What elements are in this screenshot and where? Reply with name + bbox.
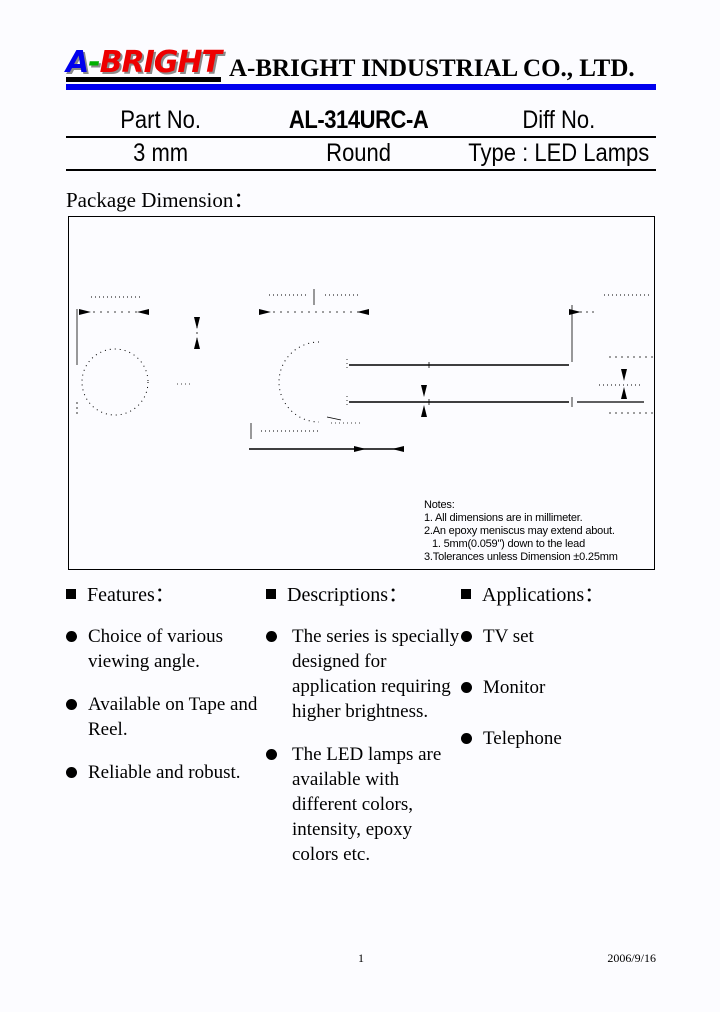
applications-heading: Applications：	[461, 582, 666, 608]
drawing-notes: Notes: 1. All dimensions are in millimet…	[424, 499, 618, 564]
logo-letter-a: A	[66, 45, 89, 80]
features-heading-text: Features：	[87, 584, 175, 606]
feature-text: Choice of various viewing angle.	[88, 626, 224, 672]
part-table-rule-bottom	[66, 169, 656, 171]
logo-bright: BRIGHT	[99, 45, 222, 80]
list-item: The LED lamps are available with differe…	[266, 742, 461, 867]
application-text: Telephone	[483, 728, 562, 749]
application-text: TV set	[483, 626, 534, 647]
footer-date: 2006/9/16	[607, 951, 656, 965]
round-bullet-icon	[461, 682, 472, 693]
company-logo: A-BRIGHT A-BRIGHT	[66, 45, 224, 82]
value-part-number: AL-314URC-A	[288, 106, 429, 134]
list-item: TV set	[461, 624, 666, 649]
datasheet-page: A-BRIGHT A-BRIGHT A-BRIGHT INDUSTRIAL CO…	[0, 0, 720, 1012]
logo-front: A-BRIGHT	[66, 45, 222, 80]
header-blue-rule	[66, 84, 656, 90]
feature-text: Reliable and robust.	[88, 762, 241, 783]
round-bullet-icon	[66, 767, 77, 778]
notes-line-4: 3.Tolerances unless Dimension ±0.25mm	[424, 551, 618, 563]
descriptions-heading-text: Descriptions：	[287, 584, 409, 606]
round-bullet-icon	[461, 631, 472, 642]
square-bullet-icon	[66, 589, 76, 599]
round-bullet-icon	[266, 749, 277, 760]
application-text: Monitor	[483, 677, 546, 698]
notes-line-3: 1. 5mm(0.059") down to the lead	[432, 538, 586, 550]
list-item: Reliable and robust.	[66, 760, 266, 785]
column-applications: Applications： TV set Monitor Telephone	[461, 582, 666, 885]
page-number: 1	[358, 951, 364, 965]
logo-dash: -	[88, 45, 100, 80]
part-number-table: Part No. AL-314URC-A Diff No. 3 mm Round…	[66, 105, 656, 171]
content-columns: Features： Choice of various viewing angl…	[66, 582, 666, 885]
square-bullet-icon	[461, 589, 471, 599]
column-features: Features： Choice of various viewing angl…	[66, 582, 266, 885]
square-bullet-icon	[266, 589, 276, 599]
list-item: Choice of various viewing angle.	[66, 624, 266, 674]
value-type: Type : LED Lamps	[468, 139, 650, 167]
value-size: 3 mm	[133, 139, 189, 167]
page-footer: 1 2006/9/16	[66, 950, 656, 970]
round-bullet-icon	[461, 733, 472, 744]
descriptions-heading: Descriptions：	[266, 582, 461, 608]
description-text: The LED lamps are available with differe…	[292, 744, 442, 865]
logo-underline-bar	[66, 77, 221, 82]
column-descriptions: Descriptions： The series is specially de…	[266, 582, 461, 885]
package-dimension-label: Package Dimension：	[66, 188, 255, 212]
description-text: The series is specially designed for app…	[292, 626, 460, 722]
notes-line-2: 2.An epoxy meniscus may extend about.	[424, 525, 615, 537]
round-bullet-icon	[266, 631, 277, 642]
feature-text: Available on Tape and Reel.	[88, 694, 258, 740]
list-item: Telephone	[461, 726, 666, 751]
round-bullet-icon	[66, 631, 77, 642]
value-shape: Round	[326, 139, 392, 167]
notes-line-1: 1. All dimensions are in millimeter.	[424, 512, 583, 524]
features-heading: Features：	[66, 582, 266, 608]
page-header: A-BRIGHT A-BRIGHT A-BRIGHT INDUSTRIAL CO…	[66, 36, 656, 82]
header-blue-rule-inner	[66, 86, 656, 90]
round-bullet-icon	[66, 699, 77, 710]
part-table-row-1: Part No. AL-314URC-A Diff No.	[66, 105, 656, 136]
label-diff-no: Diff No.	[522, 106, 596, 134]
list-item: Monitor	[461, 675, 666, 700]
package-dimension-drawing: Notes: 1. All dimensions are in millimet…	[68, 216, 655, 570]
part-table-row-2: 3 mm Round Type : LED Lamps	[66, 138, 656, 169]
list-item: The series is specially designed for app…	[266, 624, 461, 724]
label-part-no: Part No.	[120, 106, 201, 134]
list-item: Available on Tape and Reel.	[66, 692, 266, 742]
notes-title: Notes:	[424, 499, 455, 511]
company-name: A-BRIGHT INDUSTRIAL CO., LTD.	[229, 55, 635, 82]
applications-heading-text: Applications：	[482, 584, 605, 606]
